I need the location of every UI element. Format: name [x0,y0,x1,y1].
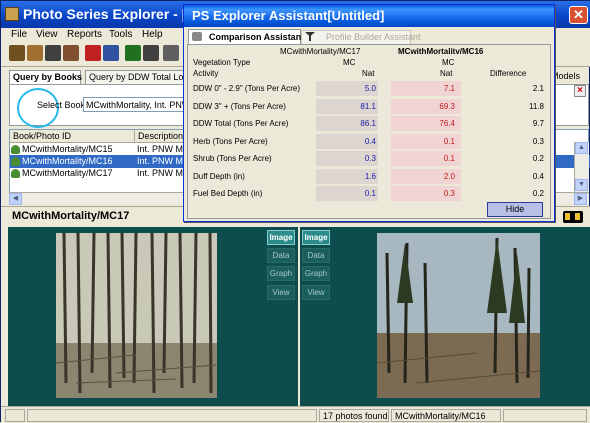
left-value: 0.4 [364,137,376,146]
tab-profile-builder[interactable]: Profile Builder Assistant [301,30,421,44]
app-icon [5,7,19,21]
left-value: 1.6 [364,172,376,181]
difference-value: 0.4 [532,172,544,181]
right-value: 2.0 [443,172,455,181]
compare-icon[interactable] [63,45,79,61]
open-book-icon[interactable] [9,45,25,61]
right-data-button[interactable]: Data [302,248,330,263]
row-id: MCwithMortality/MC15 [22,144,113,154]
activity-label: Activity [193,69,219,78]
row-label: DDW 0" - 2.9" (Tons Per Acre) [193,84,301,93]
right-value: 0.3 [443,189,455,198]
vertical-scrollbar[interactable]: ▲ ▼ [574,142,589,192]
list-icon[interactable] [143,45,159,61]
left-value: 5.0 [364,84,376,93]
tab-comparison-assistant[interactable]: Comparison Assistant [188,29,304,44]
row-label: Shrub (Tons Per Acre) [193,154,272,163]
photo-id-label: MCwithMortality/MC17 [12,210,130,222]
menu-reports[interactable]: Reports [67,29,102,40]
right-value: 76.4 [439,119,455,128]
left-image-button[interactable]: Image [267,230,295,245]
report-icon[interactable] [85,45,101,61]
status-bar: 17 photos found MCwithMortality/MC16 [1,406,590,423]
activity-left: Nat [362,69,375,78]
row-id: MCwithMortality/MC17 [22,168,113,178]
right-value: 0.1 [443,137,455,146]
difference-value: 0.2 [532,189,544,198]
left-graph-button[interactable]: Graph [267,266,295,281]
tree-icon [11,157,20,166]
left-photo [56,233,217,398]
tree-icon [11,145,20,154]
status-cell-empty [503,409,587,422]
difference-header: Difference [490,69,527,78]
left-value: 81.1 [360,102,376,111]
scroll-up-icon[interactable]: ▲ [575,142,588,154]
left-data-button[interactable]: Data [267,248,295,263]
row-label: Fuel Bed Depth (in) [193,189,263,198]
status-current-photo: MCwithMortality/MC16 [391,409,501,422]
left-value: 86.1 [360,119,376,128]
hide-button[interactable]: Hide [487,202,543,217]
row-label: DDW 3" + (Tons Per Acre) [193,102,286,111]
assistant-title-bar[interactable]: PS Explorer Assistant[Untitled] [184,5,554,27]
assistant-title: PS Explorer Assistant[Untitled] [192,8,385,23]
right-image-button[interactable]: Image [302,230,330,245]
tree-icon [11,169,20,178]
scroll-right-icon[interactable]: ▶ [574,193,587,205]
menu-help[interactable]: Help [142,29,163,40]
difference-value: 0.3 [532,137,544,146]
tab-query-by-books[interactable]: Query by Books [9,70,82,85]
scroll-down-icon[interactable]: ▼ [575,179,588,191]
veg-right: MC [442,58,455,67]
tab-models[interactable]: Models [551,71,580,81]
difference-value: 11.8 [529,102,544,111]
scale-icon[interactable] [27,45,43,61]
row-label: Duff Depth (in) [193,172,245,181]
clear-icon[interactable]: × [574,85,586,97]
right-photo [377,233,540,398]
close-button[interactable]: ✕ [569,6,588,24]
difference-value: 0.2 [532,154,544,163]
exit-icon[interactable] [163,45,179,61]
scroll-left-icon[interactable]: ◀ [9,193,22,205]
status-cell-empty [27,409,317,422]
comparison-icon [192,32,202,41]
print-icon[interactable] [103,45,119,61]
binoculars-icon[interactable] [563,211,583,223]
row-label: DDW Total (Tons Per Acre) [193,119,289,128]
right-value: 0.1 [443,154,455,163]
left-value: 0.3 [364,154,376,163]
tab-query-by-ddw[interactable]: Query by DDW Total Load [85,70,193,84]
right-value: 69.3 [439,102,455,111]
row-id: MCwithMortality/MC16 [22,156,113,166]
veg-type-label: Vegetation Type [193,58,251,67]
hammer-icon[interactable] [45,45,61,61]
grid-icon[interactable] [125,45,141,61]
window-title: Photo Series Explorer - [ [23,6,187,22]
right-view-button[interactable]: View [302,285,330,300]
left-photo-header: MCwithMortality/MC17 [280,47,361,56]
left-view-button[interactable]: View [267,285,295,300]
menu-view[interactable]: View [36,29,58,40]
difference-value: 2.1 [532,84,544,93]
activity-right: Nat [440,69,453,78]
right-photo-header: MCwithMortalitv/MC16 [398,47,484,56]
status-photos-found: 17 photos found [319,409,389,422]
select-book-label: Select Book [37,100,86,110]
select-book-dropdown[interactable]: MCwithMortality, Int. PNW Mix [83,97,193,112]
col-header-photo-id[interactable]: Book/Photo ID [10,130,135,143]
menu-tools[interactable]: Tools [109,29,132,40]
right-graph-button[interactable]: Graph [302,266,330,281]
row-label: Herb (Tons Per Acre) [193,137,268,146]
left-value: 0.1 [364,189,376,198]
status-cell-empty [5,409,25,422]
menu-file[interactable]: File [11,29,27,40]
right-value: 7.1 [443,84,455,93]
difference-value: 9.7 [532,119,544,128]
veg-left: MC [343,58,356,67]
